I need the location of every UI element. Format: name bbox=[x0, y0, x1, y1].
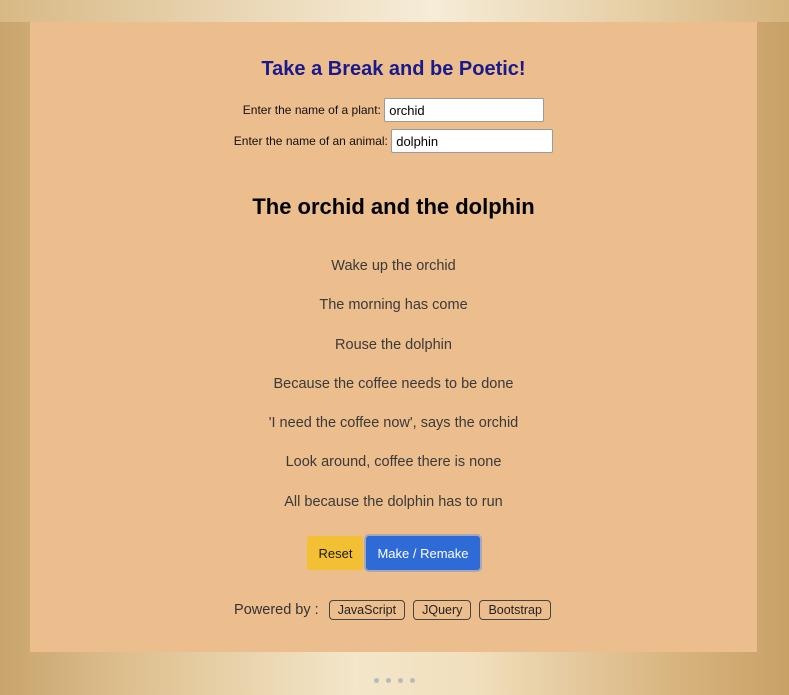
action-buttons: Reset Make / Remake bbox=[30, 536, 757, 570]
tag-jquery: JQuery bbox=[413, 600, 472, 620]
page-dot[interactable] bbox=[386, 678, 391, 683]
poem-line: 'I need the coffee now', says the orchid bbox=[268, 415, 519, 432]
poem-line: Because the coffee needs to be done bbox=[273, 375, 514, 392]
plant-form-row: Enter the name of a plant: bbox=[30, 98, 757, 122]
poem-title: The orchid and the dolphin bbox=[252, 194, 535, 219]
page-title: Take a Break and be Poetic! bbox=[261, 58, 526, 80]
window-top-border bbox=[0, 0, 789, 22]
tag-bootstrap: Bootstrap bbox=[479, 600, 551, 620]
reset-button[interactable]: Reset bbox=[307, 536, 364, 570]
poem-line: Wake up the orchid bbox=[331, 258, 456, 274]
poem-card: Take a Break and be Poetic! Enter the na… bbox=[30, 22, 757, 652]
poem-lines: Wake up the orchid The morning has come … bbox=[30, 256, 757, 531]
powered-by-label: Powered by : bbox=[234, 602, 319, 618]
pagination-dots bbox=[0, 678, 789, 683]
plant-input[interactable] bbox=[384, 98, 545, 122]
make-remake-button[interactable]: Make / Remake bbox=[366, 536, 480, 570]
plant-label: Enter the name of a plant: bbox=[242, 103, 381, 117]
poem-line: Rouse the dolphin bbox=[335, 336, 452, 353]
page-dot[interactable] bbox=[410, 678, 415, 683]
page-dot[interactable] bbox=[398, 678, 403, 683]
poem-line: The morning has come bbox=[319, 297, 468, 314]
powered-by-footer: Powered by : JavaScript JQuery Bootstrap bbox=[30, 600, 757, 620]
poem-line: All because the dolphin has to run bbox=[284, 493, 503, 510]
animal-label: Enter the name of an animal: bbox=[233, 134, 388, 148]
tag-javascript: JavaScript bbox=[328, 600, 406, 620]
animal-form-row: Enter the name of an animal: bbox=[30, 129, 757, 153]
page-dot[interactable] bbox=[374, 678, 379, 683]
poem-line: Look around, coffee there is none bbox=[285, 454, 502, 471]
animal-input[interactable] bbox=[391, 129, 554, 153]
